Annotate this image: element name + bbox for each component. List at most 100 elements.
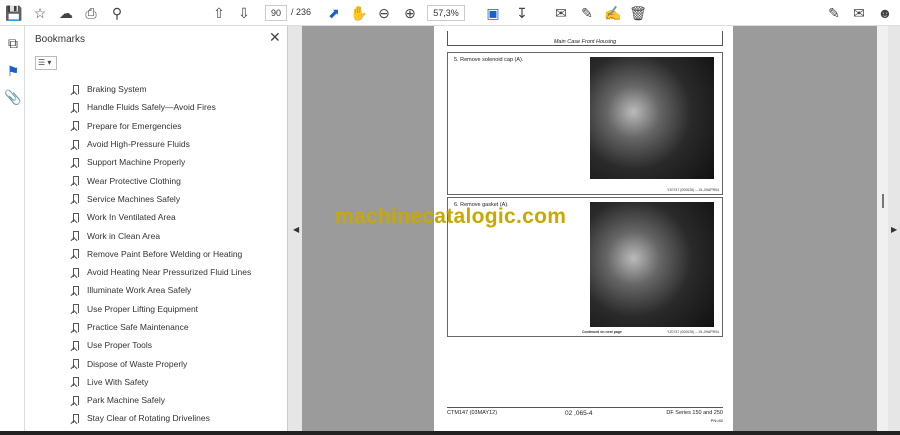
highlight-icon[interactable]: ✍ [604, 4, 622, 22]
page-number-input[interactable] [265, 5, 287, 21]
page-up-icon[interactable]: ⇧ [210, 4, 228, 22]
pen-icon[interactable]: ✎ [578, 4, 596, 22]
bookmark-item[interactable]: Dispose of Waste Properly [25, 354, 280, 372]
bookmark-icon [73, 304, 79, 314]
bookmark-item[interactable]: Avoid Heating Near Pressurized Fluid Lin… [25, 263, 280, 281]
bookmark-label: Use Proper Tools [87, 340, 153, 351]
bookmark-label: Wear Protective Clothing [87, 175, 181, 186]
bookmark-item[interactable]: Work in Clean Area [25, 226, 280, 244]
zoom-search-icon[interactable]: ⚲ [108, 4, 126, 22]
bookmark-label: Live With Safety [87, 376, 149, 387]
bookmark-label: Stay Clear of Rotating Drivelines [87, 413, 210, 424]
footer-right-sub: PN=80 [710, 418, 723, 423]
bookmark-item[interactable]: Practice Safe Maintenance [25, 318, 280, 336]
comment-icon[interactable]: ✉ [552, 4, 570, 22]
bookmark-label: Illuminate Work Area Safely [87, 285, 192, 296]
page-down-icon[interactable]: ⇩ [235, 4, 253, 22]
bookmark-icon [73, 249, 79, 259]
bookmark-label: Avoid High-Pressure Fluids [87, 139, 190, 150]
bookmark-item[interactable]: Support Machine Properly [25, 153, 280, 171]
panel-title: Bookmarks [35, 34, 86, 45]
bookmark-icon [73, 121, 79, 131]
left-nav-strip: ⧉ ⚑ 📎 [0, 26, 25, 435]
zoom-level-select[interactable]: 57,3% [427, 5, 465, 21]
bookmark-item[interactable]: Braking System [25, 80, 280, 98]
bookmark-label: Park Machine Safely [87, 395, 165, 406]
toolbar: 💾 ☆ ☁ ⎙ ⚲ ⇧ ⇩ / 236 ⬈ ✋ ⊖ ⊕ 57,3% ▣ ↧ ✉ … [0, 0, 900, 26]
footer-right: DF Series 150 and 250 [666, 410, 723, 416]
bookmark-label: Dispose of Waste Properly [87, 358, 188, 369]
bookmark-label: Handle Fluids Safely—Avoid Fires [87, 102, 216, 113]
save-icon[interactable]: 💾 [5, 4, 23, 22]
bookmark-label: Service Machines Safely [87, 193, 181, 204]
bookmark-label: Avoid Heating Near Pressurized Fluid Lin… [87, 267, 252, 278]
fit-page-icon[interactable]: ▣ [484, 4, 502, 22]
bookmark-label: Practice Safe Maintenance [87, 322, 189, 332]
zoom-in-icon[interactable]: ⊕ [401, 4, 419, 22]
bookmark-list: Braking System Handle Fluids Safely—Avoid… [25, 80, 280, 428]
watermark: machinecatalogic.com [335, 205, 567, 228]
bookmark-icon [73, 340, 79, 350]
bookmark-item[interactable]: Live With Safety [25, 373, 280, 391]
attachment-icon[interactable]: 📎 [4, 88, 22, 106]
bookmark-icon [73, 231, 79, 241]
close-icon[interactable]: ✕ [269, 29, 281, 46]
sign-icon[interactable]: ✎ [825, 4, 843, 22]
bookmarks-panel: Bookmarks ✕ ☰ ▾ Braking System Handle Flu… [25, 26, 309, 435]
step-5-box: 5. Remove solenoid cap (A). YZ0747 (0000… [447, 52, 723, 195]
bookmark-icon [73, 139, 79, 149]
collapse-panel-icon[interactable]: ◀ [293, 225, 299, 234]
bookmark-label: Prepare for Emergencies [87, 120, 182, 131]
bookmark-item[interactable]: Stay Clear of Rotating Drivelines [25, 409, 280, 427]
bookmark-item[interactable]: Use Proper Tools [25, 336, 280, 354]
pdf-page: Main Case Front Housing 5. Remove soleno… [434, 26, 733, 435]
delete-icon[interactable]: 🗑 [629, 4, 647, 22]
section-header: Main Case Front Housing [447, 31, 723, 46]
account-icon[interactable]: ☻ [876, 4, 894, 22]
star-icon[interactable]: ☆ [31, 4, 49, 22]
bookmark-label: Work In Ventilated Area [87, 212, 176, 223]
bookmark-label: Remove Paint Before Welding or Heating [87, 248, 243, 259]
bookmark-icon [73, 176, 79, 186]
step-5-caption: YZ0747 (000026) – 19–09APR04 [667, 188, 719, 192]
bookmark-icon [73, 359, 79, 369]
bookmark-options-button[interactable]: ☰ ▾ [35, 56, 57, 70]
bookmark-item[interactable]: Wear Protective Clothing [25, 171, 280, 189]
cloud-upload-icon[interactable]: ☁ [57, 4, 75, 22]
zoom-out-icon[interactable]: ⊖ [375, 4, 393, 22]
pages-icon[interactable]: ⧉ [4, 34, 22, 52]
solenoid-cap-photo [590, 57, 714, 179]
bookmark-icon [73, 413, 79, 423]
bookmark-item[interactable]: Use Proper Lifting Equipment [25, 300, 280, 318]
bookmark-item[interactable]: Avoid High-Pressure Fluids [25, 135, 280, 153]
bookmark-item[interactable]: Service Machines Safely [25, 190, 280, 208]
bookmark-item[interactable]: Remove Paint Before Welding or Heating [25, 245, 280, 263]
page-footer: CTM147 (03MAY12) 02 ,065-4 DF Series 150… [447, 407, 723, 423]
expand-right-icon[interactable]: ▶ [891, 225, 897, 234]
document-scrollbar[interactable] [877, 26, 888, 435]
hand-icon[interactable]: ✋ [350, 4, 368, 22]
select-cursor-icon[interactable]: ⬈ [325, 4, 343, 22]
bookmark-item[interactable]: Handle Fluids Safely—Avoid Fires [25, 98, 280, 116]
bookmark-icon [73, 285, 79, 295]
bookmark-item[interactable]: Illuminate Work Area Safely [25, 281, 280, 299]
page-total: / 236 [291, 7, 312, 17]
bookmark-item[interactable]: Prepare for Emergencies [25, 117, 280, 135]
bookmark-icon [73, 84, 79, 94]
bookmark-item[interactable]: Park Machine Safely [25, 391, 280, 409]
bookmark-label: Support Machine Properly [87, 157, 186, 168]
print-icon[interactable]: ⎙ [82, 4, 100, 22]
step-6-caption: YZ0747 (000026) – 19–09APR04 [667, 330, 719, 334]
gasket-photo [590, 202, 714, 327]
bookmark-icon [73, 212, 79, 222]
bookmark-label: Work in Clean Area [87, 230, 161, 241]
bookmark-icon [73, 102, 79, 112]
mail-icon[interactable]: ✉ [850, 4, 868, 22]
footer-left: CTM147 (03MAY12) [447, 410, 498, 416]
bookmark-item[interactable]: Work In Ventilated Area [25, 208, 280, 226]
taskbar-edge [0, 431, 900, 435]
scroll-mode-icon[interactable]: ↧ [513, 4, 531, 22]
bookmark-icon [73, 377, 79, 387]
bookmark-icon[interactable]: ⚑ [4, 62, 22, 80]
bookmark-label: Braking System [87, 84, 147, 95]
